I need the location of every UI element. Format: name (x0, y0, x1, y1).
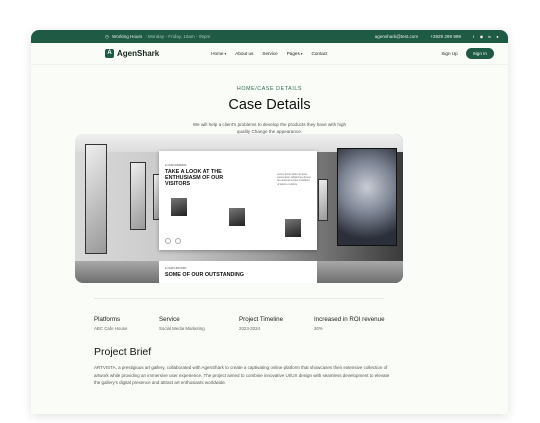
section-divider (94, 298, 384, 299)
stat-timeline: Project Timeline 2023-2024 (239, 316, 314, 331)
stat-value: ABC Cafe House (94, 326, 128, 331)
sign-in-button[interactable]: Sign In (465, 48, 494, 59)
chevron-down-icon: ▾ (224, 52, 227, 56)
top-contact: agenshark@test.com +3929 299 999 (375, 34, 461, 39)
nav-item-home[interactable]: Home▾ (211, 51, 226, 56)
portrait-artwork (337, 148, 397, 246)
stat-label: Increased in ROI revenue (314, 316, 385, 323)
clock-icon: ◷ (105, 33, 110, 39)
projected-website: ● OUR AWARDS TAKE A LOOK AT THE ENTHUSIA… (159, 151, 317, 250)
visitor-photo (229, 208, 245, 226)
nav-item-pages[interactable]: Pages▾ (287, 51, 303, 56)
page-title: Case Details (228, 97, 311, 113)
projected-website-section: ● OUR HISTORY SOME OF OUR OUTSTANDING (159, 261, 317, 283)
case-study-image: ● OUR AWARDS TAKE A LOOK AT THE ENTHUSIA… (75, 134, 403, 283)
gallery-artwork (130, 162, 146, 230)
breadcrumb: HOME/CASE DETAILS (236, 86, 303, 92)
project-stats: Platforms ABC Cafe House Service Social … (94, 316, 394, 331)
facebook-icon[interactable]: f (471, 34, 476, 39)
nav-item-contact[interactable]: Contact (312, 51, 328, 56)
stat-value: 2023-2024 (239, 326, 260, 331)
working-hours-value: : Monday - Friday, 10am - 05pm (145, 34, 211, 39)
page-hero: HOME/CASE DETAILS Case Details We will h… (31, 86, 508, 135)
instagram-icon[interactable]: ◉ (479, 34, 484, 39)
working-hours: ◷ Working Hours : Monday - Friday, 10am … (105, 34, 210, 40)
slider-dots (165, 238, 181, 244)
social-links: f ◉ in ● (471, 34, 500, 39)
nav-item-service[interactable]: Service (262, 51, 277, 56)
linkedin-icon[interactable]: in (487, 34, 492, 39)
page-subtitle: We will help a client's problems to deve… (192, 122, 347, 134)
screen-headline-2: SOME OF OUR OUTSTANDING (165, 272, 244, 278)
gallery-artwork (318, 179, 328, 221)
brand-name: AgenShark (117, 49, 160, 58)
email-link[interactable]: agenshark@test.com (375, 34, 418, 39)
working-hours-label: Working Hours (112, 34, 143, 39)
visitor-photo (171, 198, 187, 216)
sign-up-link[interactable]: Sign Up (441, 51, 457, 56)
stat-roi: Increased in ROI revenue 30% (314, 316, 394, 331)
gallery-artwork (85, 144, 107, 254)
brand-logo[interactable]: A AgenShark (105, 49, 159, 58)
chevron-down-icon: ▾ (300, 52, 303, 56)
stat-service: Service Social Media Marketing (159, 316, 239, 331)
stat-value: 30% (314, 326, 323, 331)
brief-text: ARTVISTA, a prestigious art gallery, col… (94, 365, 390, 386)
stat-platforms: Platforms ABC Cafe House (94, 316, 159, 331)
slider-dot[interactable] (165, 238, 171, 244)
phone-link[interactable]: +3929 299 999 (430, 34, 461, 39)
screen-side-text: Lorem ipsum dolor sit amet consectetur a… (277, 173, 311, 186)
nav-item-about[interactable]: About us (235, 51, 253, 56)
brief-title: Project Brief (94, 346, 152, 358)
nav-menu: Home▾ About us Service Pages▾ Contact (211, 51, 327, 56)
stat-label: Project Timeline (239, 316, 284, 323)
pinterest-icon[interactable]: ● (495, 34, 500, 39)
top-info-bar: ◷ Working Hours : Monday - Friday, 10am … (31, 30, 508, 43)
stat-label: Platforms (94, 316, 121, 323)
stat-value: Social Media Marketing (159, 326, 205, 331)
screen-eyebrow-2: ● OUR HISTORY (165, 266, 187, 270)
screen-eyebrow: ● OUR AWARDS (165, 163, 187, 167)
logo-icon: A (105, 49, 114, 58)
slider-dot[interactable] (175, 238, 181, 244)
screen-headline: TAKE A LOOK AT THE ENTHUSIASM OF OUR VIS… (165, 169, 224, 187)
main-nav: A AgenShark Home▾ About us Service Pages… (31, 43, 508, 65)
visitor-photo (285, 219, 301, 237)
nav-actions: Sign Up Sign In (441, 48, 494, 59)
stat-label: Service (159, 316, 180, 323)
